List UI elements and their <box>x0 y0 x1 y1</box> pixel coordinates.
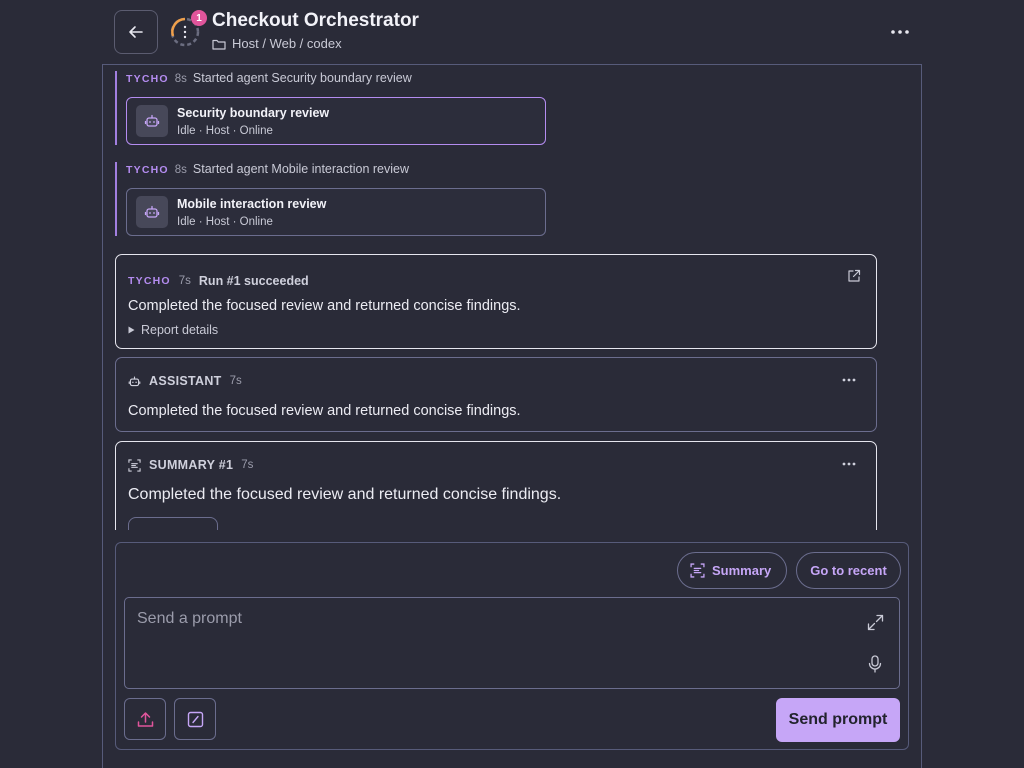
event-meta: TYCHO 8s Started agent Mobile interactio… <box>126 162 546 182</box>
page-title: Checkout Orchestrator <box>212 10 419 31</box>
microphone-icon <box>868 655 882 673</box>
summary-icon <box>128 458 141 472</box>
summary-card: SUMMARY #1 7s Completed the focused revi… <box>115 441 877 530</box>
message-feed[interactable]: TYCHO 8s Started agent Security boundary… <box>103 65 921 530</box>
event-time: 8s <box>174 73 187 85</box>
more-horizontal-icon <box>891 30 909 34</box>
upload-icon <box>137 711 153 727</box>
event-text: Started agent Security boundary review <box>192 71 412 85</box>
assistant-more-button[interactable] <box>839 372 859 388</box>
back-button[interactable] <box>114 10 158 54</box>
run-title: Run #1 succeeded <box>198 274 309 288</box>
assistant-time: 7s <box>229 375 242 387</box>
thread-header: 1 Checkout Orchestrator Host / Web / cod… <box>114 10 914 54</box>
upload-button[interactable] <box>124 698 166 740</box>
summary-button[interactable]: Summary <box>677 552 787 589</box>
breadcrumb-path[interactable]: Host / Web / codex <box>232 36 342 51</box>
open-external-button[interactable] <box>847 269 861 288</box>
report-details-toggle[interactable]: Report details <box>128 323 218 337</box>
expand-button[interactable] <box>865 612 885 632</box>
summary-time: 7s <box>241 459 254 471</box>
event-time: 8s <box>174 164 187 176</box>
prompt-input[interactable] <box>125 598 845 688</box>
more-horizontal-icon <box>842 378 856 382</box>
prompt-box <box>124 597 900 689</box>
agent-card-security[interactable]: Security boundary review Idle · Host · O… <box>126 97 546 145</box>
run-author: TYCHO <box>128 275 171 287</box>
event-meta: TYCHO 8s Started agent Security boundary… <box>126 71 546 91</box>
notification-badge: 1 <box>191 10 207 26</box>
prompt-composer: Summary Go to recent Send prompt <box>115 542 909 750</box>
send-prompt-button[interactable]: Send prompt <box>776 698 900 742</box>
robot-icon <box>136 196 168 228</box>
run-time: 7s <box>178 275 191 287</box>
slash-command-icon <box>187 711 203 727</box>
assistant-message-card: ASSISTANT 7s Completed the focused revie… <box>115 357 877 432</box>
summary-label: SUMMARY #1 <box>149 458 234 472</box>
event-author: TYCHO <box>126 73 169 85</box>
go-to-recent-button[interactable]: Go to recent <box>796 552 901 589</box>
folder-icon <box>212 39 226 50</box>
summary-body: Completed the focused review and returne… <box>128 486 562 503</box>
agent-name: Security boundary review <box>177 105 330 120</box>
summary-meta: SUMMARY #1 7s <box>128 458 253 472</box>
summary-icon <box>690 563 705 578</box>
report-details-label: Report details <box>141 323 219 337</box>
agent-started-event: TYCHO 8s Started agent Security boundary… <box>115 71 546 145</box>
slash-command-button[interactable] <box>174 698 216 740</box>
breadcrumb: Host / Web / codex <box>212 36 342 51</box>
arrow-left-icon <box>129 26 143 38</box>
agent-name: Mobile interaction review <box>177 196 327 211</box>
agent-status: Idle · Host · Online <box>177 215 273 228</box>
summary-more-button[interactable] <box>839 456 859 472</box>
robot-icon <box>128 375 141 386</box>
run-result-card: TYCHO 7s Run #1 succeeded Completed the … <box>115 254 877 349</box>
agent-card-mobile[interactable]: Mobile interaction review Idle · Host · … <box>126 188 546 236</box>
summary-action-button[interactable] <box>128 517 218 530</box>
assistant-label: ASSISTANT <box>149 374 222 388</box>
run-body: Completed the focused review and returne… <box>128 298 521 314</box>
event-text: Started agent Mobile interaction review <box>192 162 409 176</box>
assistant-body: Completed the focused review and returne… <box>128 403 521 419</box>
agent-started-event: TYCHO 8s Started agent Mobile interactio… <box>115 162 546 236</box>
robot-icon <box>136 105 168 137</box>
event-author: TYCHO <box>126 164 169 176</box>
agent-status: Idle · Host · Online <box>177 124 273 137</box>
expand-icon <box>867 614 883 630</box>
assistant-meta: ASSISTANT 7s <box>128 374 242 388</box>
external-link-icon <box>848 269 861 282</box>
header-more-button[interactable] <box>886 20 914 44</box>
more-horizontal-icon <box>842 462 856 466</box>
microphone-button[interactable] <box>865 654 885 674</box>
run-meta: TYCHO 7s Run #1 succeeded <box>128 274 309 288</box>
go-to-recent-label: Go to recent <box>810 563 887 578</box>
summary-button-label: Summary <box>712 563 772 578</box>
triangle-right-icon <box>128 326 135 334</box>
